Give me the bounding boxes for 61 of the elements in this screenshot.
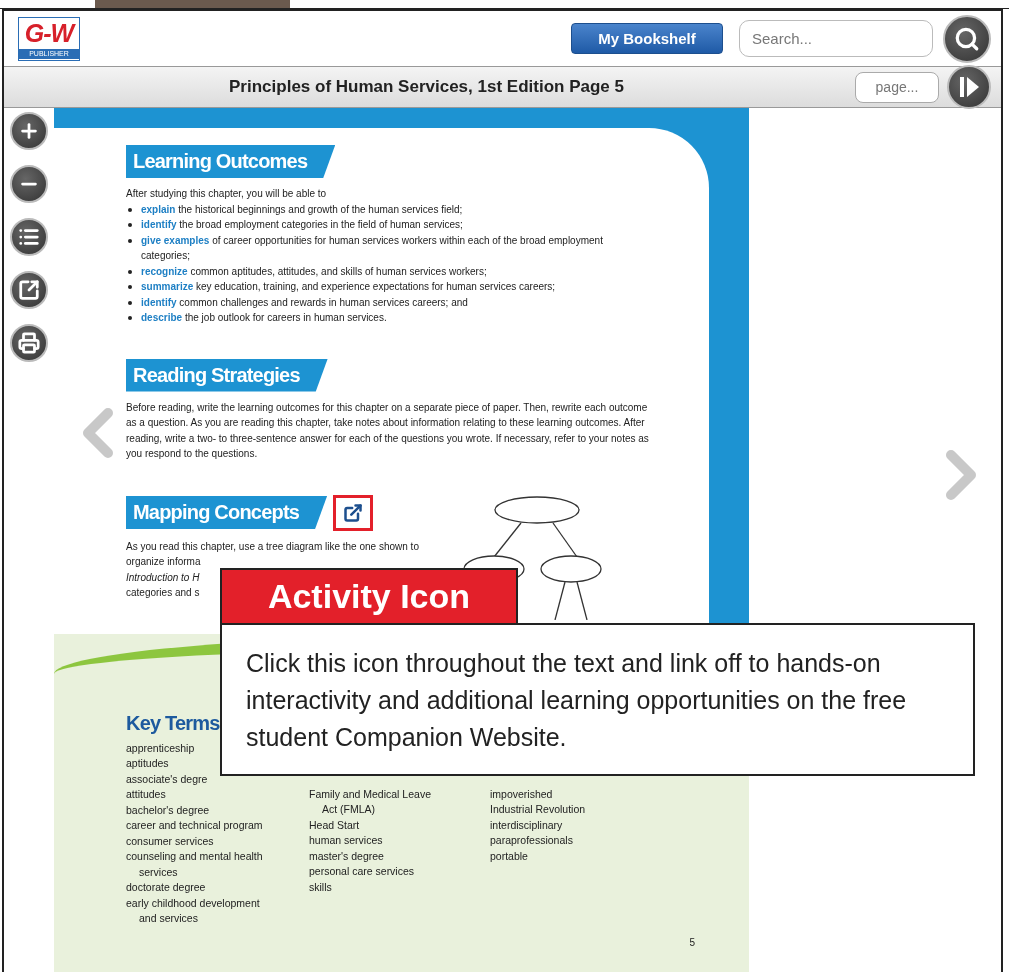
outcome-text: summarize key education, training, and experience expectations for human services careers; (141, 280, 556, 294)
bullet-icon (128, 238, 132, 243)
key-term: consumer services (126, 833, 215, 849)
search-icon (954, 25, 980, 52)
bullet-icon (128, 285, 132, 289)
bullet-icon (128, 300, 132, 305)
key-term: Family and Medical Leave Act (FMLA) (309, 786, 432, 817)
bullet-icon (128, 207, 132, 212)
page-number: 5 (689, 937, 695, 948)
section-heading: Reading Strategies (126, 358, 328, 392)
text-line: categories and s (126, 586, 200, 600)
key-term: Head Start (309, 817, 361, 833)
text-line: As you read this chapter, use a tree diagram like the one shown to (126, 539, 419, 554)
search-button[interactable] (943, 14, 991, 63)
search-field[interactable]: Search... (739, 20, 933, 57)
key-term: Industrial Revolution (490, 802, 587, 817)
zoom-in-icon[interactable] (10, 112, 48, 150)
key-term: attitudes (126, 787, 167, 802)
callout-label: Activity Icon (220, 568, 518, 623)
outcome-text: recognize common aptitudes, attitudes, and skills of human services workers; (141, 264, 487, 279)
key-term: impoverished (490, 786, 554, 802)
page-field[interactable]: page... (855, 71, 939, 103)
next-page-icon (957, 75, 981, 99)
share-arrow-icon[interactable] (343, 502, 364, 523)
text-line: Introduction to H (126, 570, 200, 585)
section-heading: Key Terms (126, 711, 220, 735)
printer-icon[interactable] (10, 324, 48, 362)
bullet-icon (128, 269, 132, 274)
export-icon[interactable] (10, 271, 48, 309)
outcome-text: identify common challenges and rewards in human services careers; and (141, 295, 468, 310)
key-term: portable (490, 848, 529, 864)
text-line: organize informa (126, 555, 201, 569)
key-term: bachelor's degree (126, 802, 211, 818)
key-term: career and technical program (126, 818, 264, 833)
bookshelf-button[interactable]: My Bookshelf (571, 23, 723, 54)
outcome-text: identify the broad employment categories in the field of human services; (141, 218, 463, 232)
outcome-text: give examples of career opportunities for human services workers within each of the broad employment categories; (141, 233, 604, 263)
bullet-icon (128, 316, 132, 320)
key-term: skills (309, 879, 333, 895)
key-term: aptitudes (126, 756, 170, 771)
outcome-text: describe the job outlook for careers in human services. (141, 311, 387, 325)
callout-text: Click this icon throughout the text and link off to hands-on interactivity and additional learning opportunities on the free student Companion Website. (220, 623, 975, 776)
list-icon[interactable] (10, 218, 48, 256)
key-term: paraprofessionals (490, 833, 574, 848)
key-term: associate's degre (126, 771, 209, 787)
zoom-out-icon[interactable] (10, 165, 48, 203)
bullet-icon (128, 223, 132, 227)
next-page-button[interactable] (947, 65, 991, 109)
key-term: early childhood development and services (126, 895, 261, 926)
key-term: master's degree (309, 848, 385, 864)
key-term: personal care services (309, 864, 416, 879)
section-heading: Mapping Concepts (126, 496, 328, 529)
section-heading: Learning Outcomes (126, 145, 336, 178)
key-term: apprenticeship (126, 740, 196, 756)
outcome-text: explain the historical beginnings and growth of the human services field; (141, 202, 463, 217)
key-term: interdisciplinary (490, 817, 564, 833)
paragraph-text: Before reading, write the learning outcomes for this chapter on a separate piece of paper. Then, rewrite each outcome as a question. As you are reading this chapter, take notes about information relating to these learning outcomes. After reading, write a two- to three-sentence answer for each of the questions you wrote. If necessary, refer to your notes as you respond to the questions. (126, 400, 650, 461)
key-term: human services (309, 833, 384, 848)
book-title: Principles of Human Services, 1st Edition Page 5 (228, 77, 625, 97)
intro-text: After studying this chapter, you will be able to (126, 187, 328, 201)
key-term: doctorate degree (126, 880, 207, 895)
